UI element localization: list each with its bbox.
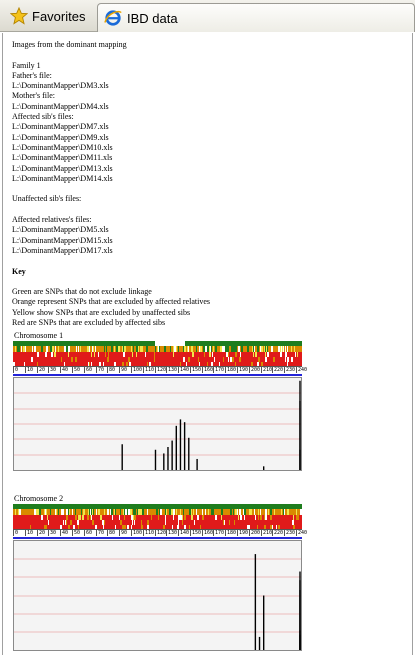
affected-sib-file: L:\DominantMapper\DM14.xls: [12, 173, 113, 183]
ruler-tick: 160: [202, 530, 214, 536]
key-line: Orange represent SNPs that are excluded …: [12, 297, 210, 307]
affected-relative-file: L:\DominantMapper\DM5.xls: [12, 225, 109, 235]
chromosome-1-title: Chromosome 1: [14, 331, 64, 340]
ruler-tick: 90: [119, 367, 128, 373]
lod-plot-svg: [14, 554, 301, 650]
ruler-tick: 200: [249, 367, 261, 373]
father-file: L:\DominantMapper\DM3.xls: [12, 81, 109, 91]
ruler-tick: 120: [155, 530, 167, 536]
ruler-tick: 60: [84, 367, 93, 373]
mother-label: Mother's file:: [12, 91, 55, 101]
ruler-tick: 120: [155, 367, 167, 373]
family-label: Family 1: [12, 60, 41, 70]
affected-relative-file: L:\DominantMapper\DM15.xls: [12, 235, 113, 245]
ruler-tick: 130: [166, 530, 178, 536]
father-label: Father's file:: [12, 70, 52, 80]
ruler-tick: 80: [107, 530, 116, 536]
ruler-tick: 70: [96, 530, 105, 536]
ruler-tick: 210: [261, 367, 273, 373]
tab-bar: Favorites IBD data: [0, 0, 415, 32]
ruler-tick: 90: [119, 530, 128, 536]
ruler-tick: 130: [166, 367, 178, 373]
ruler-tick: 100: [131, 530, 143, 536]
ruler-tick: 70: [96, 367, 105, 373]
key-heading: Key: [12, 266, 26, 276]
affected-sib-file: L:\DominantMapper\DM7.xls: [12, 122, 109, 132]
blue-track: [13, 537, 302, 539]
ruler-tick: 180: [225, 367, 237, 373]
affected-sibs-label: Affected sib's files:: [12, 112, 74, 122]
star-icon: [10, 7, 28, 25]
key-line: Red are SNPs that are excluded by affect…: [12, 318, 166, 328]
favorites-label: Favorites: [32, 8, 86, 24]
mother-file: L:\DominantMapper\DM4.xls: [12, 101, 109, 111]
ruler-tick: 50: [72, 367, 81, 373]
tab-ibd-data[interactable]: IBD data: [97, 3, 415, 32]
ruler-tick: 30: [48, 367, 57, 373]
ruler-tick: 240: [296, 367, 308, 373]
ruler-tick: 0: [13, 367, 19, 373]
affected-sib-file: L:\DominantMapper\DM9.xls: [12, 132, 109, 142]
lod-plot-svg: [14, 380, 301, 470]
ie-icon: [104, 10, 122, 26]
affected-sib-file: L:\DominantMapper\DM11.xls: [12, 153, 113, 163]
ruler-tick: 190: [237, 530, 249, 536]
chromosome-2-title: Chromosome 2: [14, 494, 64, 503]
ruler-tick: 140: [178, 530, 190, 536]
position-ruler: 0 10 20 30 40 50 60 70 80 90 100 110 120 130 140 150 160…: [13, 529, 307, 537]
ruler-tick: 230: [284, 367, 296, 373]
unaffected-sibs-label: Unaffected sib's files:: [12, 194, 82, 204]
ruler-tick: 80: [107, 367, 116, 373]
ruler-tick: 170: [213, 367, 225, 373]
ruler-tick: 10: [25, 367, 34, 373]
ruler-tick: 180: [225, 530, 237, 536]
affected-relative-file: L:\DominantMapper\DM17.xls: [12, 245, 113, 255]
document-body: Images from the dominant mapping Family …: [12, 40, 407, 328]
ruler-tick: 150: [190, 367, 202, 373]
page-heading: Images from the dominant mapping: [12, 40, 127, 49]
key-line: Green are SNPs that do not exclude linka…: [12, 287, 152, 297]
ruler-tick: 190: [237, 367, 249, 373]
ruler-tick: 40: [60, 530, 69, 536]
position-ruler: 0 10 20 30 40 50 60 70 80 90 100 110 120 130 140 150 160…: [13, 366, 307, 374]
ruler-tick: 60: [84, 530, 93, 536]
blue-track: [13, 374, 302, 376]
tab-label: IBD data: [127, 10, 178, 26]
ruler-tick: 200: [249, 530, 261, 536]
affected-sib-file: L:\DominantMapper\DM13.xls: [12, 163, 113, 173]
ruler-tick: 30: [48, 530, 57, 536]
ruler-tick: 0: [13, 530, 19, 536]
ruler-tick: 210: [261, 530, 273, 536]
ruler-tick: 110: [143, 530, 155, 536]
ruler-tick: 50: [72, 530, 81, 536]
lod-plot: [13, 540, 302, 651]
favorites-button[interactable]: Favorites: [4, 4, 94, 28]
ruler-tick: 230: [284, 530, 296, 536]
ruler-tick: 20: [37, 530, 46, 536]
ruler-tick: 160: [202, 367, 214, 373]
affected-sib-file: L:\DominantMapper\DM10.xls: [12, 142, 113, 152]
ruler-tick: 140: [178, 367, 190, 373]
page-frame: Images from the dominant mapping Family …: [2, 33, 413, 655]
ruler-tick: 110: [143, 367, 155, 373]
affected-relatives-label: Affected relatives's files:: [12, 215, 92, 225]
ruler-tick: 220: [272, 367, 284, 373]
lod-plot: [13, 377, 302, 471]
ruler-tick: 220: [272, 530, 284, 536]
ruler-tick: 150: [190, 530, 202, 536]
key-line: Yellow show SNPs that are excluded by un…: [12, 307, 191, 317]
ruler-tick: 20: [37, 367, 46, 373]
ruler-tick: 10: [25, 530, 34, 536]
ruler-tick: 40: [60, 367, 69, 373]
ruler-tick: 170: [213, 530, 225, 536]
ruler-tick: 100: [131, 367, 143, 373]
ruler-tick: 240: [296, 530, 308, 536]
